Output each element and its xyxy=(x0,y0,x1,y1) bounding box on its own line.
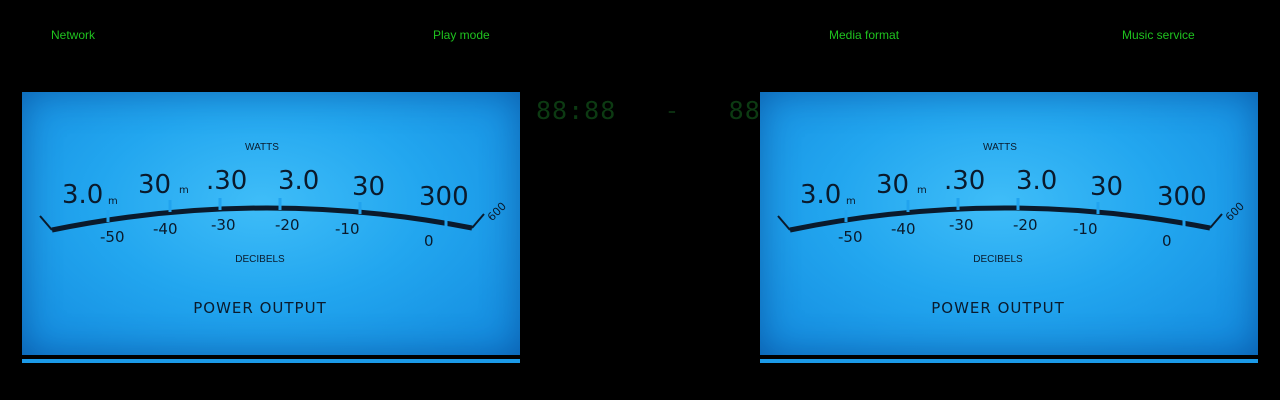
right-meter-face: WATTS 3.0 m 30 m .30 3.0 30 300 600 -50 … xyxy=(777,142,1247,317)
watts-tick-label: 3.0 xyxy=(800,180,841,210)
watts-tick-label: 300 xyxy=(1157,182,1207,212)
db-tick-label: -10 xyxy=(1073,220,1098,238)
watts-tick-label: 30 xyxy=(1090,172,1123,202)
db-tick-label: 0 xyxy=(424,232,434,250)
watts-tick-label: 600 xyxy=(485,200,509,224)
watts-label: WATTS xyxy=(983,142,1017,153)
network-label[interactable]: Network xyxy=(51,28,95,42)
watts-tick-label: 3.0 xyxy=(278,166,319,196)
time-separator: - xyxy=(664,96,681,125)
watts-label: WATTS xyxy=(245,142,279,153)
db-tick-label: -40 xyxy=(153,220,178,238)
meter-scale-arc xyxy=(789,205,1211,233)
meter-scale-arc xyxy=(51,205,473,233)
left-meter-base xyxy=(22,359,520,363)
watts-tick-label: 3.0 xyxy=(62,180,103,210)
left-meter-face: WATTS 3.0 m 30 m .30 3.0 30 300 600 -50 … xyxy=(39,142,509,317)
watts-tick-label: .30 xyxy=(944,166,985,196)
db-tick-label: -50 xyxy=(838,228,863,246)
watts-tick-suffix: m xyxy=(108,196,118,207)
watts-tick-suffix: m xyxy=(917,185,927,196)
elapsed-time: 88:88 xyxy=(536,96,617,125)
db-tick-label: -10 xyxy=(335,220,360,238)
watts-tick-suffix: m xyxy=(846,196,856,207)
watts-tick-label: 600 xyxy=(1223,200,1247,224)
watts-tick-label: 30 xyxy=(138,170,171,200)
watts-tick-label: 300 xyxy=(419,182,469,212)
decibels-label: DECIBELS xyxy=(235,254,285,265)
scale-end-mark xyxy=(1209,213,1223,229)
watts-tick-suffix: m xyxy=(179,185,189,196)
right-meter-base xyxy=(760,359,1258,363)
watts-tick-label: 30 xyxy=(352,172,385,202)
db-tick-label: -20 xyxy=(275,216,300,234)
scale-end-mark xyxy=(39,215,53,231)
left-vu-meter: WATTS 3.0 m 30 m .30 3.0 30 300 600 -50 … xyxy=(22,92,520,355)
decibels-label: DECIBELS xyxy=(973,254,1023,265)
scale-end-mark xyxy=(777,215,791,231)
right-vu-meter: WATTS 3.0 m 30 m .30 3.0 30 300 600 -50 … xyxy=(760,92,1258,355)
watts-tick-label: 3.0 xyxy=(1016,166,1057,196)
db-tick-label: -50 xyxy=(100,228,125,246)
watts-tick-label: 30 xyxy=(876,170,909,200)
watts-tick-label: .30 xyxy=(206,166,247,196)
scale-end-mark xyxy=(471,213,485,229)
play-mode-label[interactable]: Play mode xyxy=(433,28,490,42)
db-tick-label: -20 xyxy=(1013,216,1038,234)
db-tick-label: 0 xyxy=(1162,232,1172,250)
power-output-title: POWER OUTPUT xyxy=(931,299,1065,317)
db-tick-label: -40 xyxy=(891,220,916,238)
db-tick-label: -30 xyxy=(949,216,974,234)
db-tick-label: -30 xyxy=(211,216,236,234)
power-output-title: POWER OUTPUT xyxy=(193,299,327,317)
music-service-label[interactable]: Music service xyxy=(1122,28,1195,42)
media-format-label[interactable]: Media format xyxy=(829,28,899,42)
